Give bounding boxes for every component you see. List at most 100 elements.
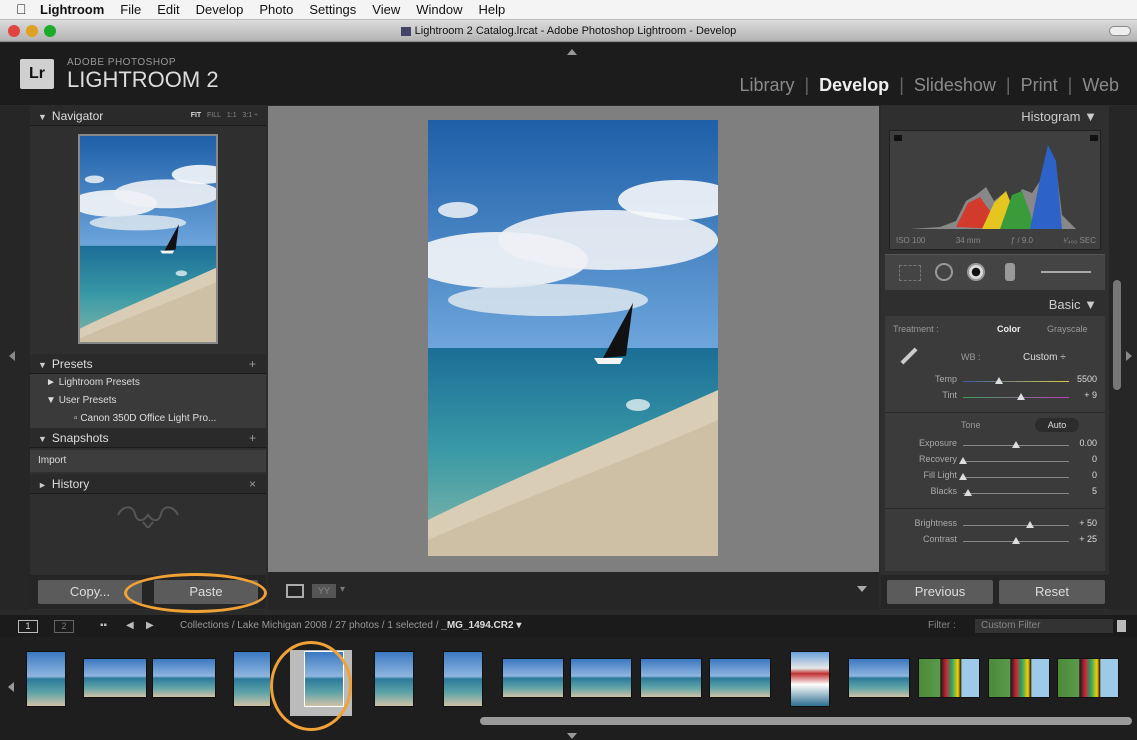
slider-value[interactable]: + 25 (1079, 534, 1097, 544)
filmstrip-thumbnail[interactable] (83, 658, 147, 698)
adjustment-brush-icon[interactable] (1041, 271, 1091, 273)
wb-select[interactable]: Custom ÷ (1023, 352, 1066, 363)
histogram[interactable]: ISO 100 34 mm ƒ / 9.0 ¹⁄₄₀₀ SEC (889, 130, 1101, 250)
main-window-button[interactable]: 1 (18, 620, 38, 633)
filmstrip-scrollbar[interactable] (480, 717, 1132, 725)
loupe-view-icon[interactable] (286, 584, 304, 598)
slider-thumb[interactable] (1017, 393, 1026, 400)
module-print[interactable]: Print (1011, 75, 1068, 96)
navigator-header[interactable]: ▼ Navigator FIT FILL 1:1 3:1 ÷ (30, 106, 266, 126)
filter-lock-icon[interactable] (1117, 620, 1126, 632)
filmstrip-thumbnail[interactable] (918, 658, 980, 698)
slider-thumb[interactable] (1012, 537, 1020, 544)
slider-blacks[interactable]: Blacks 5 (885, 486, 1105, 500)
minimize-window-button[interactable] (26, 25, 38, 37)
history-header[interactable]: ► History × (30, 474, 266, 494)
before-after-menu-icon[interactable]: ▾ (340, 584, 345, 595)
slider-value[interactable]: 0 (1092, 454, 1097, 464)
module-library[interactable]: Library (729, 75, 804, 96)
right-panel-scrollbar[interactable] (1113, 280, 1121, 390)
slider-track[interactable] (963, 461, 1069, 462)
slider-brightness[interactable]: Brightness + 50 (885, 518, 1105, 532)
auto-tone-button[interactable]: Auto (1035, 418, 1079, 432)
filmstrip-thumbnail[interactable] (790, 651, 830, 707)
slider-track[interactable] (963, 477, 1069, 478)
filmstrip-thumbnail[interactable] (233, 651, 271, 707)
filmstrip-thumbnail[interactable] (709, 658, 771, 698)
grid-view-icon[interactable]: ▪▪ (100, 615, 107, 637)
filmstrip-thumbnail[interactable] (640, 658, 702, 698)
slider-value[interactable]: 5500 (1077, 374, 1097, 384)
filmstrip-left-arrow-icon[interactable] (8, 682, 14, 692)
filmstrip-thumbnail[interactable] (26, 651, 66, 707)
filmstrip-thumbnail[interactable] (570, 658, 632, 698)
slider-contrast[interactable]: Contrast + 25 (885, 534, 1105, 548)
filmstrip-thumbnail[interactable] (1057, 658, 1119, 698)
slider-thumb[interactable] (959, 457, 967, 464)
slider-exposure[interactable]: Exposure 0.00 (885, 438, 1105, 452)
filmstrip-thumbnail[interactable] (848, 658, 910, 698)
snapshot-item[interactable]: Import (30, 450, 266, 472)
slider-thumb[interactable] (1025, 521, 1034, 528)
menu-file[interactable]: File (120, 2, 141, 17)
source-path[interactable]: Collections / Lake Michigan 2008 / 27 ph… (180, 615, 521, 637)
filmstrip-thumbnail[interactable] (152, 658, 216, 698)
slider-recovery[interactable]: Recovery 0 (885, 454, 1105, 468)
slider-track[interactable] (963, 525, 1069, 526)
module-develop[interactable]: Develop (809, 75, 899, 96)
slider-thumb[interactable] (959, 473, 967, 480)
filter-select[interactable]: Custom Filter (975, 619, 1113, 633)
zoom-window-button[interactable] (44, 25, 56, 37)
navigator-preview[interactable] (78, 134, 218, 344)
presets-header[interactable]: ▼ Presets + (30, 354, 266, 374)
slider-track[interactable] (963, 397, 1069, 398)
menu-photo[interactable]: Photo (259, 2, 293, 17)
back-arrow-icon[interactable]: ◀ (126, 615, 134, 637)
menu-view[interactable]: View (372, 2, 400, 17)
menu-settings[interactable]: Settings (309, 2, 356, 17)
collapse-left-arrow-icon[interactable] (9, 351, 15, 361)
slider-track[interactable] (963, 381, 1069, 382)
slider-thumb[interactable] (1012, 441, 1020, 448)
zoom-fill[interactable]: FILL (207, 112, 221, 119)
collapse-top-arrow-icon[interactable] (567, 49, 577, 55)
filmstrip-thumbnail[interactable] (502, 658, 564, 698)
left-panel-edge[interactable] (0, 106, 30, 610)
slider-value[interactable]: + 9 (1084, 390, 1097, 400)
preset-folder-user[interactable]: ▼ User Presets (30, 392, 266, 410)
reset-button[interactable]: Reset (999, 580, 1105, 604)
slider-track[interactable] (963, 493, 1069, 494)
preset-item[interactable]: ▫ Canon 350D Office Light Pro... (30, 410, 266, 428)
slider-fill-light[interactable]: Fill Light 0 (885, 470, 1105, 484)
filmstrip-thumbnail[interactable] (374, 651, 414, 707)
slider-thumb[interactable] (964, 489, 973, 496)
apple-icon[interactable]:  (16, 1, 27, 17)
graduated-filter-icon[interactable] (1005, 263, 1015, 281)
snapshots-header[interactable]: ▼ Snapshots + (30, 428, 266, 448)
collapse-bottom-arrow-icon[interactable] (567, 733, 577, 739)
slider-value[interactable]: + 50 (1079, 518, 1097, 528)
histogram-header[interactable]: Histogram ▼ (881, 106, 1109, 128)
slider-thumb[interactable] (995, 377, 1004, 384)
filmstrip-thumbnail[interactable] (988, 658, 1050, 698)
before-after-icon[interactable]: YY (312, 584, 336, 598)
preset-folder-lightroom[interactable]: ► Lightroom Presets (30, 374, 266, 392)
toolbar-toggle-button[interactable] (1109, 26, 1131, 36)
slider-value[interactable]: 0 (1092, 470, 1097, 480)
filmstrip-thumbnail[interactable] (443, 651, 483, 707)
forward-arrow-icon[interactable]: ▶ (146, 615, 154, 637)
basic-header[interactable]: Basic ▼ (881, 294, 1109, 316)
zoom-1-1[interactable]: 1:1 (227, 112, 237, 119)
red-eye-icon[interactable] (967, 263, 985, 281)
crop-tool-icon[interactable] (899, 265, 921, 281)
slider-tint[interactable]: Tint + 9 (885, 390, 1105, 404)
module-slideshow[interactable]: Slideshow (904, 75, 1006, 96)
treatment-grayscale[interactable]: Grayscale (1047, 324, 1088, 334)
add-preset-icon[interactable]: + (249, 354, 256, 374)
zoom-fit[interactable]: FIT (191, 112, 202, 119)
clear-history-icon[interactable]: × (249, 474, 256, 494)
slider-temp[interactable]: Temp 5500 (885, 374, 1105, 388)
second-window-button[interactable]: 2 (54, 620, 74, 633)
menu-window[interactable]: Window (416, 2, 462, 17)
photo-canvas[interactable] (268, 106, 879, 572)
